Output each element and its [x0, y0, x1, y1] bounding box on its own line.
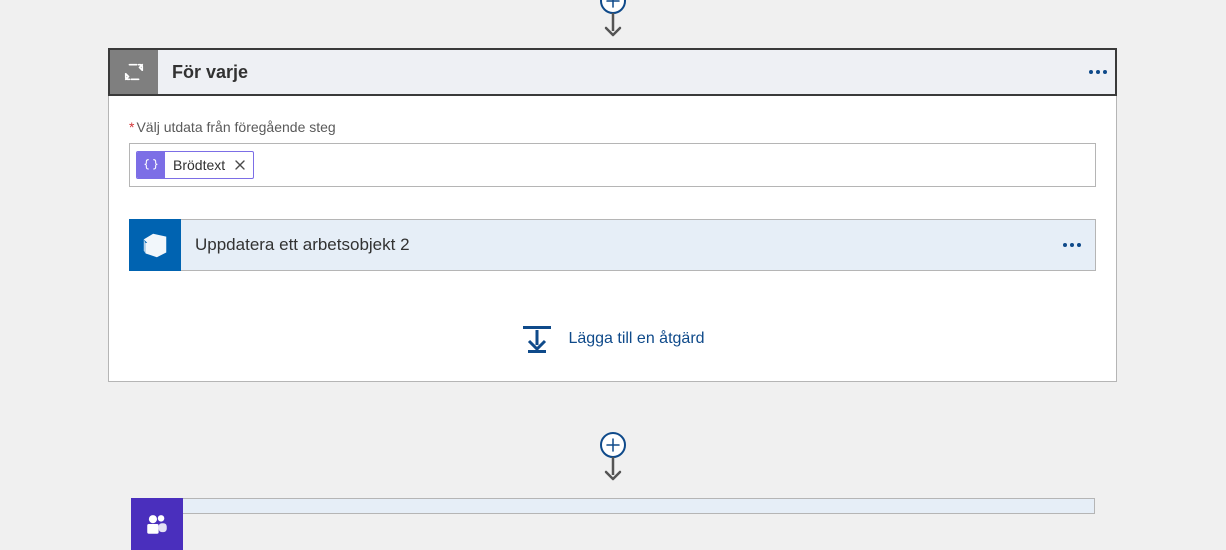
bottom-connector — [600, 432, 626, 485]
top-connector — [600, 0, 626, 41]
insert-step-button-top[interactable] — [600, 0, 626, 14]
add-action-icon — [520, 323, 554, 355]
ellipsis-icon — [1089, 70, 1107, 74]
output-selector-input[interactable]: Brödtext — [129, 143, 1096, 187]
required-asterisk: * — [129, 119, 134, 135]
token-remove-button[interactable] — [233, 157, 253, 174]
field-label: *Välj utdata från föregående steg — [129, 119, 1096, 135]
inner-action-card[interactable]: Uppdatera ett arbetsobjekt 2 — [129, 219, 1096, 271]
card-menu-button[interactable] — [1080, 58, 1116, 86]
inner-action-title: Uppdatera ett arbetsobjekt 2 — [181, 235, 1049, 255]
ellipsis-icon — [1063, 243, 1081, 247]
token-label: Brödtext — [165, 157, 233, 173]
add-action-button[interactable]: Lägga till en åtgärd — [129, 323, 1096, 355]
dynamic-content-token[interactable]: Brödtext — [136, 151, 254, 179]
arrow-down-icon — [603, 457, 623, 485]
teams-icon — [131, 498, 183, 550]
add-action-label: Lägga till en åtgärd — [568, 330, 704, 348]
braces-icon — [137, 151, 165, 179]
arrow-down-icon — [603, 13, 623, 41]
loop-icon — [110, 50, 158, 94]
insert-step-button-bottom[interactable] — [600, 432, 626, 458]
next-action-card[interactable] — [131, 498, 1095, 514]
inner-action-menu-button[interactable] — [1049, 243, 1095, 247]
foreach-card: För varje *Välj utdata från föregående s… — [108, 48, 1117, 382]
field-label-text: Välj utdata från föregående steg — [136, 119, 335, 135]
card-body: *Välj utdata från föregående steg Brödte… — [109, 95, 1116, 381]
card-title: För varje — [158, 50, 1115, 94]
devops-icon — [129, 219, 181, 271]
card-header[interactable]: För varje — [108, 48, 1117, 96]
